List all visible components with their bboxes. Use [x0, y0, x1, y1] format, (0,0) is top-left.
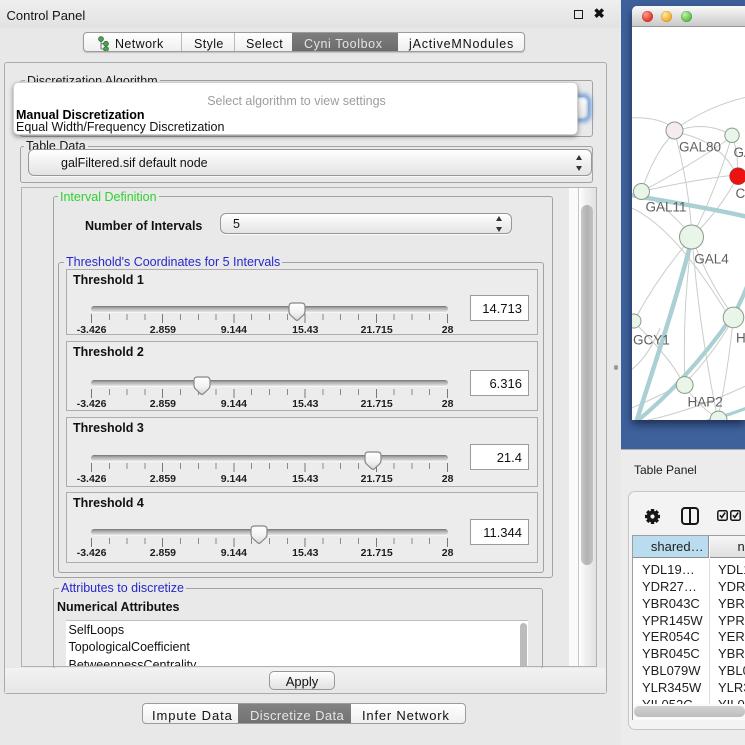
svg-text:GAL11: GAL11 — [645, 200, 686, 215]
svg-text:HAP2: HAP2 — [687, 395, 722, 410]
svg-text:HIS: HIS — [736, 331, 745, 346]
svg-text:CYC: CYC — [735, 186, 745, 201]
svg-text:GAL80: GAL80 — [678, 140, 720, 155]
svg-text:GAL2: GAL2 — [733, 145, 745, 160]
svg-text:GCY1: GCY1 — [633, 333, 670, 348]
svg-text:GAL4: GAL4 — [694, 252, 729, 267]
